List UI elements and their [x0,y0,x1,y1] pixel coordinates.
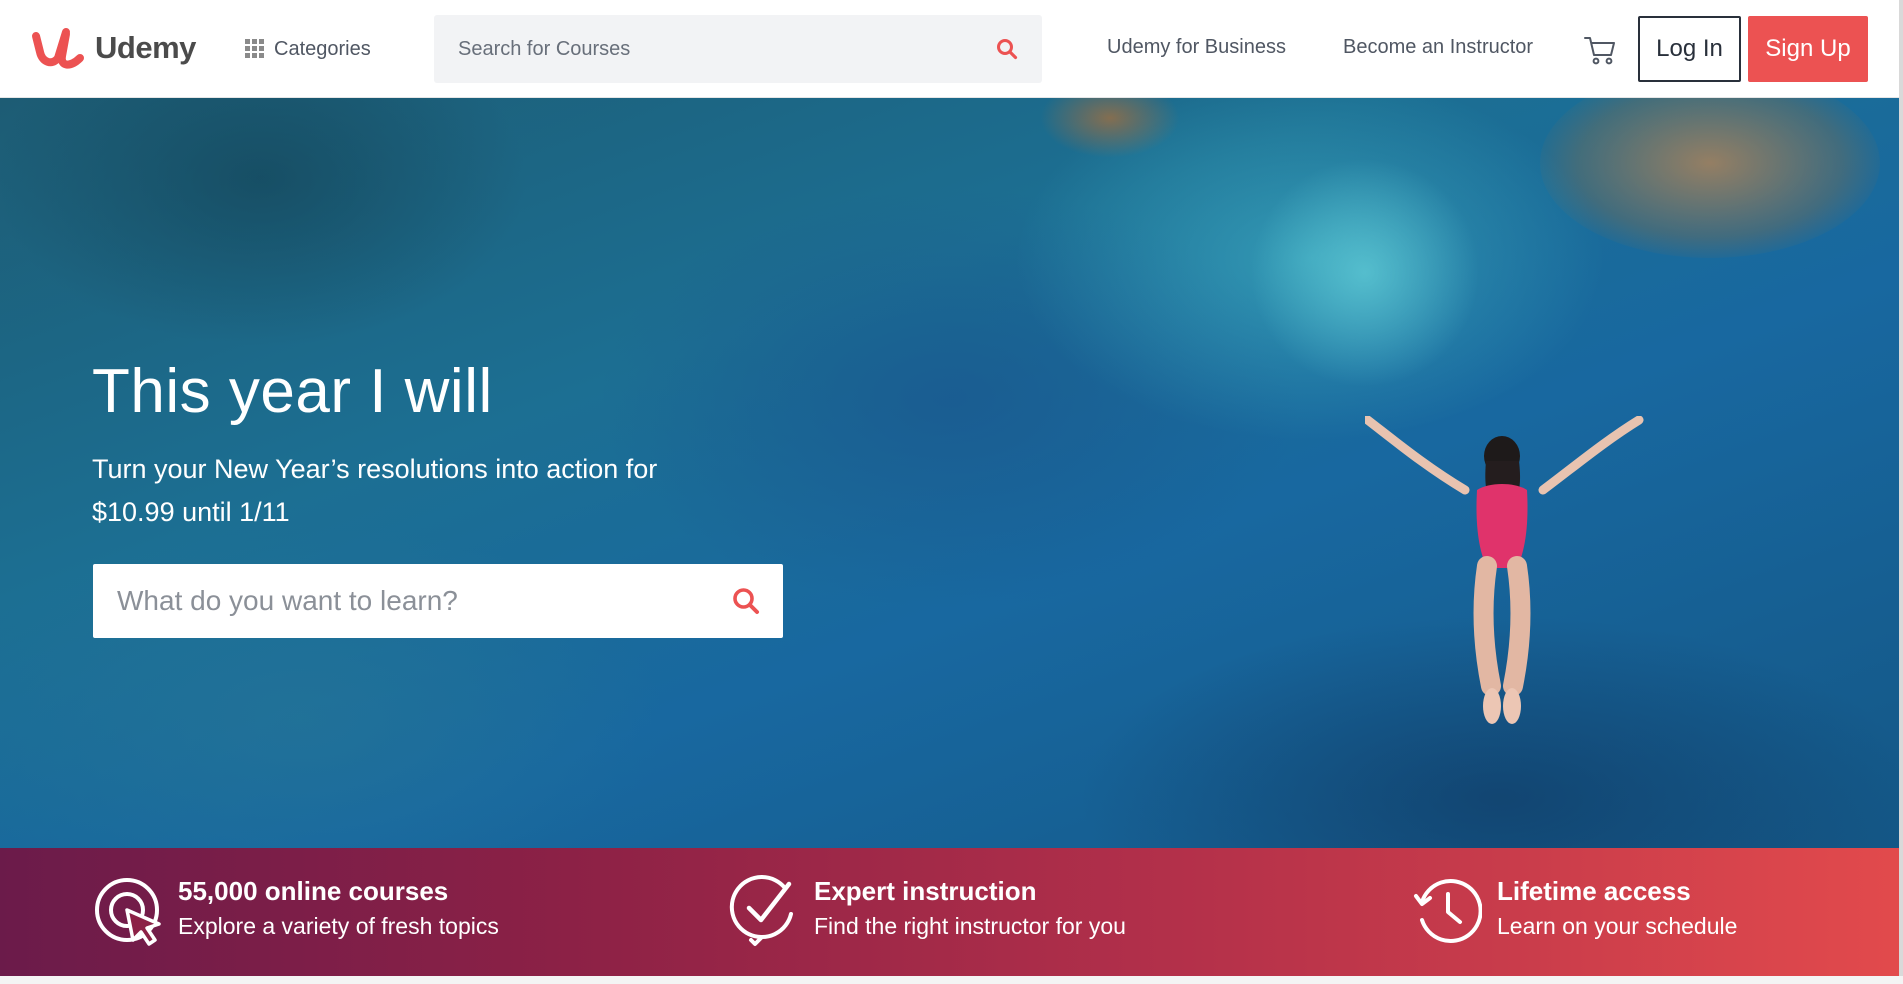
hero-title: This year I will [92,357,493,426]
grid-icon [245,39,265,59]
value-prop-instruction: Expert instruction Find the right instru… [729,874,1126,948]
history-clock-icon [1414,879,1482,943]
hero-rock [1040,98,1180,158]
value-prop-lifetime: Lifetime access Learn on your schedule [1412,874,1737,948]
udemy-logo-icon [32,28,84,69]
value-prop-title: 55,000 online courses [178,876,449,906]
hero-search-input[interactable] [93,564,709,638]
hero-search-bar [93,564,783,638]
login-button[interactable]: Log In [1638,16,1741,82]
signup-button[interactable]: Sign Up [1748,16,1868,82]
search-icon [997,39,1018,60]
target-cursor-icon [95,878,161,946]
hero-rock [1540,98,1880,258]
top-navbar: Udemy Categories Udemy for Business Beco… [0,0,1903,98]
diver-illustration [1365,416,1644,724]
logo-text: Udemy [95,30,196,65]
cart-icon[interactable] [1583,33,1617,67]
window-edge [1899,0,1903,984]
header-search-input[interactable] [434,15,972,83]
udemy-logo[interactable]: Udemy [30,22,196,74]
categories-label: Categories [274,37,371,60]
hero-shallow-water [1250,158,1480,388]
page-bottom-edge [0,976,1903,984]
value-prop-description: Explore a variety of fresh topics [178,913,499,939]
value-prop-title: Expert instruction [814,876,1037,906]
udemy-for-business-link[interactable]: Udemy for Business [1107,36,1286,59]
hero-subtitle: Turn your New Year’s resolutions into ac… [92,454,658,527]
categories-menu[interactable]: Categories [245,34,371,64]
value-prop-description: Learn on your schedule [1497,913,1738,939]
value-prop-description: Find the right instructor for you [814,913,1126,939]
check-badge-icon [729,875,793,946]
become-instructor-link[interactable]: Become an Instructor [1343,36,1533,59]
hero-search-button[interactable] [709,564,783,638]
value-props-bar: 55,000 online courses Explore a variety … [0,848,1899,976]
value-prop-courses: 55,000 online courses Explore a variety … [93,874,499,948]
hero-banner: This year I will Turn your New Year’s re… [0,98,1899,848]
search-icon [733,588,759,614]
header-search-bar [434,15,1042,83]
value-prop-title: Lifetime access [1497,876,1691,906]
header-search-button[interactable] [972,15,1042,83]
